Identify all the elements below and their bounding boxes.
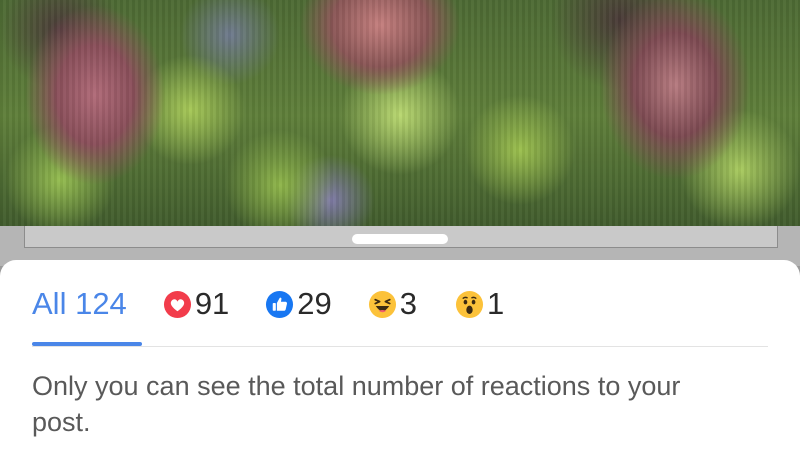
tab-all-reactions[interactable]: All 124 xyxy=(32,282,127,326)
reaction-tabs: All 124 91 29 3 1 xyxy=(32,282,504,326)
wow-reaction-icon xyxy=(455,290,484,319)
tab-haha-reactions[interactable]: 3 xyxy=(368,282,417,326)
tab-love-reactions[interactable]: 91 xyxy=(163,282,229,326)
tab-all-label: All xyxy=(32,286,67,321)
screen: All 124 91 29 3 1 Only you can see the t… xyxy=(0,0,800,450)
post-media-image xyxy=(0,0,800,232)
tab-like-count: 29 xyxy=(297,286,332,321)
tab-all-count: 124 xyxy=(75,286,127,321)
like-reaction-icon xyxy=(265,290,294,319)
tab-wow-count: 1 xyxy=(487,286,505,321)
tab-love-count: 91 xyxy=(194,286,230,321)
tabs-divider xyxy=(32,346,768,347)
reactions-privacy-notice: Only you can see the total number of rea… xyxy=(32,371,681,437)
tab-haha-count: 3 xyxy=(399,286,418,321)
love-reaction-icon xyxy=(163,290,192,319)
tab-wow-reactions[interactable]: 1 xyxy=(455,282,504,326)
tab-like-reactions[interactable]: 29 xyxy=(265,282,332,326)
haha-reaction-icon xyxy=(368,290,397,319)
sheet-drag-handle[interactable] xyxy=(352,234,448,244)
